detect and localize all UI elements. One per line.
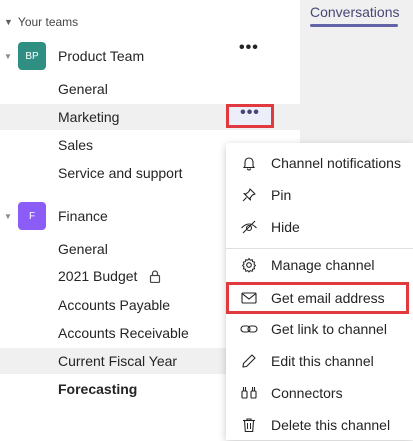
menu-item-pin[interactable]: Pin — [226, 179, 413, 211]
menu-item-get-email-address[interactable]: Get email address — [226, 282, 409, 314]
channel-label: General — [58, 241, 108, 257]
lock-icon — [149, 270, 161, 286]
avatar-initials: BP — [25, 50, 39, 62]
menu-item-hide[interactable]: Hide — [226, 211, 413, 243]
channel-label: 2021 Budget — [58, 268, 138, 285]
menu-item-label: Connectors — [271, 385, 343, 401]
team-name: Product Team — [58, 48, 145, 64]
menu-item-delete-this-channel[interactable]: Delete this channel — [226, 409, 413, 441]
menu-item-label: Get link to channel — [271, 321, 387, 337]
tab-conversations[interactable]: Conversations — [310, 4, 400, 20]
channel-label: Sales — [58, 137, 94, 153]
channel-label: Accounts Payable — [58, 297, 171, 313]
menu-item-label: Channel notifications — [271, 155, 401, 171]
menu-item-manage-channel[interactable]: Manage channel — [226, 249, 413, 281]
channel-label-wrapper: 2021 Budget — [58, 268, 161, 285]
section-label: Your teams — [17, 15, 79, 29]
avatar-initials: F — [28, 210, 36, 222]
menu-item-get-link-to-channel[interactable]: Get link to channel — [226, 313, 413, 345]
mail-icon — [240, 289, 258, 307]
channel-more-options-button[interactable]: ••• — [226, 104, 274, 128]
channel-label: Accounts Receivable — [58, 325, 189, 341]
menu-item-edit-this-channel[interactable]: Edit this channel — [226, 345, 413, 377]
channel-label: Service and support — [58, 165, 183, 181]
channel-label: General — [58, 81, 108, 97]
chevron-down-icon[interactable]: ▼ — [4, 212, 12, 221]
trash-icon — [240, 416, 258, 434]
channel-label: Current Fiscal Year — [58, 353, 178, 369]
gear-icon — [240, 256, 258, 274]
channel-label: Marketing — [58, 109, 120, 125]
team-more-options-button[interactable]: ••• — [239, 39, 259, 57]
channel-context-menu: Channel notifications Pin Hide Manage ch… — [226, 143, 413, 440]
channel-label: Forecasting — [58, 381, 138, 397]
connectors-icon — [240, 384, 258, 402]
hide-icon — [240, 218, 258, 236]
team-avatar: BP — [18, 42, 46, 70]
link-icon — [240, 320, 258, 338]
menu-item-label: Hide — [271, 219, 300, 235]
menu-item-label: Delete this channel — [271, 417, 391, 433]
active-tab-indicator — [310, 24, 398, 27]
menu-item-label: Get email address — [271, 290, 385, 306]
menu-item-label: Edit this channel — [271, 353, 374, 369]
menu-item-connectors[interactable]: Connectors — [226, 377, 413, 409]
channel-general[interactable]: General — [0, 76, 300, 102]
chevron-down-icon[interactable]: ▼ — [4, 52, 12, 61]
team-name: Finance — [58, 208, 108, 224]
menu-item-channel-notifications[interactable]: Channel notifications — [226, 147, 413, 179]
menu-item-label: Manage channel — [271, 257, 375, 273]
pin-icon — [240, 186, 258, 204]
more-options-icon: ••• — [240, 104, 260, 121]
section-header-your-teams[interactable]: ▼ Your teams — [4, 15, 78, 29]
chevron-down-icon: ▼ — [4, 17, 13, 27]
menu-item-label: Pin — [271, 187, 292, 203]
bell-icon — [240, 154, 258, 172]
team-product-team[interactable]: ▼ BP Product Team ••• — [0, 39, 280, 70]
pencil-icon — [240, 352, 258, 370]
team-avatar: F — [18, 202, 46, 230]
